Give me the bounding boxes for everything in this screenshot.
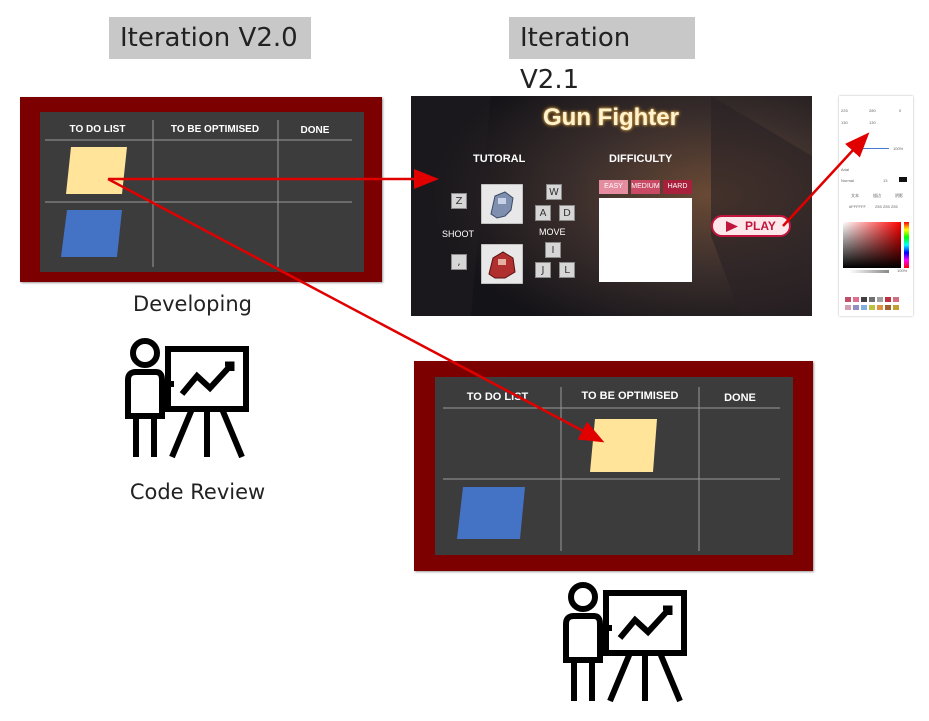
- difficulty-medium[interactable]: MEDIUM: [631, 180, 660, 194]
- game-title: Gun Fighter: [543, 104, 679, 131]
- sticky-note-blue[interactable]: [61, 210, 122, 257]
- swatch[interactable]: [861, 305, 867, 310]
- panel-rgb-b: 255: [891, 204, 898, 209]
- panel-normal: Normal: [841, 178, 854, 183]
- panel-percent: 100%: [893, 146, 904, 151]
- color-chip-black[interactable]: [899, 177, 907, 182]
- swatch[interactable]: [869, 305, 875, 310]
- swatch[interactable]: [861, 297, 867, 302]
- panel-slider[interactable]: [859, 148, 889, 149]
- key-z: Z: [451, 193, 467, 209]
- swatch[interactable]: [893, 305, 899, 310]
- play-label: PLAY: [745, 219, 776, 233]
- swatch[interactable]: [885, 305, 891, 310]
- panel-tab-2[interactable]: 描边: [873, 193, 881, 199]
- play-button[interactable]: PLAY: [711, 215, 791, 237]
- key-j: J: [535, 262, 551, 278]
- panel-tab-1[interactable]: 文本: [851, 193, 859, 199]
- panel-value-3: 0: [899, 108, 902, 113]
- panel-percent-small: 100%: [897, 268, 908, 273]
- panel-rgb-g: 255: [883, 204, 890, 209]
- key-l: L: [559, 262, 575, 278]
- sticky-note-blue[interactable]: [457, 487, 525, 539]
- panel-value-5: 130: [869, 120, 876, 125]
- difficulty-heading: DIFFICULTY: [609, 153, 673, 165]
- move-label: MOVE: [539, 227, 566, 237]
- key-w: W: [546, 184, 562, 200]
- caption-code-review: Code Review: [129, 480, 266, 504]
- caption-developing: Developing: [133, 292, 252, 316]
- panel-value-4: 130: [841, 120, 848, 125]
- sticky-note-yellow[interactable]: [66, 147, 127, 194]
- panel-rgb-r: 255: [875, 204, 882, 209]
- robot-red-icon: [481, 244, 523, 284]
- key-i: I: [545, 242, 561, 258]
- iteration-label-right: Iteration V2.1: [509, 17, 695, 95]
- swatch[interactable]: [869, 297, 875, 302]
- swatch[interactable]: [853, 305, 859, 310]
- presentation-icon: [563, 582, 687, 703]
- swatch[interactable]: [877, 297, 883, 302]
- panel-value-2: 280: [869, 108, 876, 113]
- panel-size: 13: [883, 178, 888, 183]
- shoot-label: SHOOT: [442, 229, 475, 239]
- difficulty-hard[interactable]: HARD: [663, 180, 692, 194]
- difficulty-easy[interactable]: EASY: [599, 180, 628, 194]
- kanban-board-review: TO DO LIST TO BE OPTIMISED DONE: [414, 361, 813, 571]
- tutorial-heading: TUTORAL: [473, 153, 526, 165]
- property-panel: 225 280 0 130 130 100% Arial Normal 13 文…: [839, 96, 913, 316]
- board-surface: TO DO LIST TO BE OPTIMISED DONE: [435, 377, 793, 555]
- panel-hex: #FFFFFF: [849, 204, 866, 209]
- sticky-note-yellow[interactable]: [590, 419, 657, 472]
- kanban-board-developing: TO DO LIST TO BE OPTIMISED DONE: [20, 97, 382, 282]
- robot-blue-icon: [481, 184, 523, 224]
- swatch[interactable]: [853, 297, 859, 302]
- iteration-label-left: Iteration V2.0: [109, 17, 311, 59]
- play-icon: [726, 221, 738, 232]
- panel-tab-3[interactable]: 阴影: [895, 193, 903, 199]
- panel-value-1: 225: [841, 108, 848, 113]
- game-screenshot: Gun Fighter TUTORAL DIFFICULTY Z W A D ,…: [411, 96, 812, 316]
- swatch[interactable]: [885, 297, 891, 302]
- panel-font: Arial: [841, 167, 850, 172]
- opacity-bar[interactable]: [849, 270, 889, 273]
- key-comma: ,: [451, 254, 467, 270]
- key-d: D: [559, 205, 575, 221]
- key-a: A: [535, 205, 551, 221]
- presentation-icon: [125, 338, 249, 459]
- swatch[interactable]: [877, 305, 883, 310]
- leaderboard-box: [599, 198, 692, 282]
- board-surface: TO DO LIST TO BE OPTIMISED DONE: [40, 112, 364, 272]
- swatch[interactable]: [845, 297, 851, 302]
- swatch[interactable]: [845, 305, 851, 310]
- color-picker-field[interactable]: [843, 222, 911, 268]
- swatch[interactable]: [893, 297, 899, 302]
